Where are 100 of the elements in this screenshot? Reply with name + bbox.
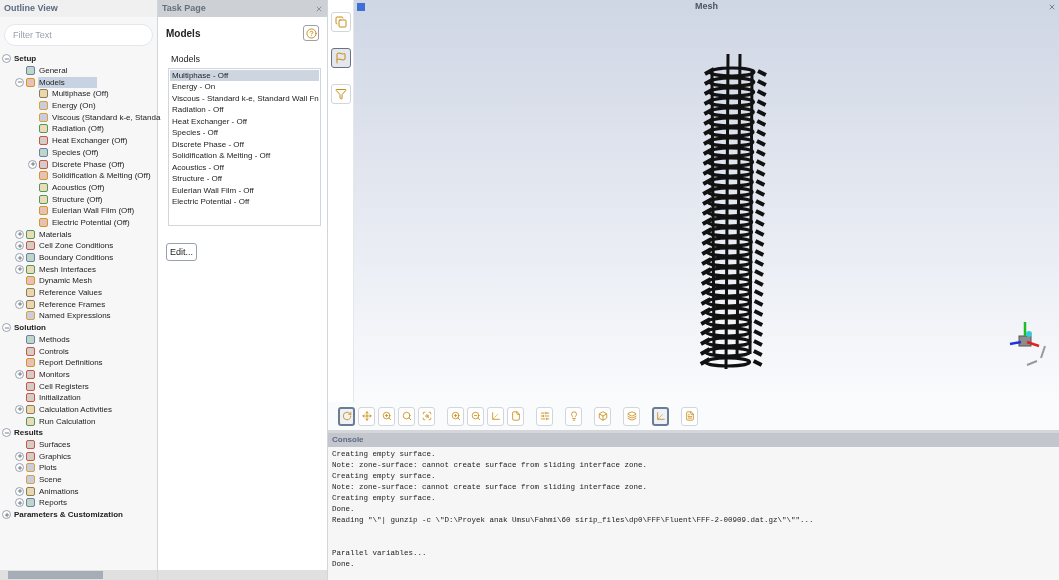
- expand-toggle[interactable]: [15, 241, 24, 251]
- tree-item[interactable]: Reference Values: [38, 287, 103, 299]
- plus-icon: [16, 231, 23, 238]
- collapse-toggle[interactable]: [2, 428, 11, 438]
- tree-item[interactable]: Scene: [38, 474, 63, 486]
- list-item[interactable]: Structure - Off: [170, 173, 319, 185]
- tree-item[interactable]: Radiation (Off): [51, 123, 105, 135]
- plus-icon: [16, 464, 23, 471]
- tree-item[interactable]: Setup: [13, 53, 38, 65]
- expand-toggle[interactable]: [15, 498, 24, 508]
- tree-item[interactable]: Multiphase (Off): [51, 88, 110, 100]
- expand-toggle[interactable]: [15, 264, 24, 274]
- tree-item[interactable]: Surfaces: [38, 439, 72, 451]
- zoom-out-icon: [470, 411, 481, 421]
- tree-item[interactable]: Discrete Phase (Off): [51, 158, 126, 170]
- list-item[interactable]: Energy - On: [170, 81, 319, 93]
- tree-item[interactable]: Reports: [38, 497, 68, 509]
- expand-toggle[interactable]: [15, 299, 24, 309]
- slider-icon: [539, 411, 550, 421]
- collapse-toggle[interactable]: [15, 77, 24, 87]
- zoom-in-icon: [450, 411, 461, 421]
- expand-toggle[interactable]: [28, 159, 37, 169]
- toolbar-button[interactable]: [338, 406, 355, 426]
- tree-item[interactable]: Cell Zone Conditions: [38, 240, 115, 252]
- list-item[interactable]: Radiation - Off: [170, 104, 319, 116]
- tree-item[interactable]: Plots: [38, 462, 58, 474]
- tree-item[interactable]: Results: [13, 427, 44, 439]
- tree-item[interactable]: Report Definitions: [38, 357, 104, 369]
- group-label: Models: [170, 53, 201, 66]
- plus-icon: [16, 254, 23, 261]
- list-item[interactable]: Solidification & Melting - Off: [170, 150, 319, 162]
- expand-toggle[interactable]: [15, 229, 24, 239]
- toolbar-button[interactable]: [330, 48, 351, 68]
- tree-item[interactable]: Monitors: [38, 368, 71, 380]
- list-item[interactable]: Discrete Phase - Off: [170, 138, 319, 150]
- collapse-toggle[interactable]: [2, 54, 11, 64]
- expand-toggle[interactable]: [15, 486, 24, 496]
- tree-item[interactable]: Animations: [38, 485, 80, 497]
- filter-field[interactable]: Filter Text: [4, 24, 153, 46]
- tree-item[interactable]: Calculation Activities: [38, 403, 113, 415]
- tree-item[interactable]: Electric Potential (Off): [51, 216, 131, 228]
- collapse-toggle[interactable]: [2, 323, 11, 333]
- tree-item[interactable]: Graphics: [38, 450, 72, 462]
- tree-item[interactable]: Species (Off): [51, 146, 100, 158]
- list-item[interactable]: Eulerian Wall Film - Off: [170, 184, 319, 196]
- viewport-title: Mesh: [695, 0, 718, 14]
- minus-icon: [16, 79, 23, 86]
- bulb-icon: [568, 411, 579, 421]
- tree-item[interactable]: Cell Registers: [38, 380, 90, 392]
- plus-icon: [16, 301, 23, 308]
- expand-toggle[interactable]: [2, 510, 11, 520]
- expand-toggle[interactable]: [15, 369, 24, 379]
- page-icon: [510, 411, 521, 421]
- tree-item[interactable]: General: [38, 65, 69, 77]
- tree-item[interactable]: Models: [38, 76, 97, 88]
- close-icon[interactable]: [1048, 3, 1056, 11]
- help-button[interactable]: [303, 25, 319, 41]
- tree-item[interactable]: Structure (Off): [51, 193, 104, 205]
- edit-button[interactable]: Edit...: [166, 243, 197, 262]
- horizontal-scrollbar[interactable]: [0, 570, 157, 580]
- tree-item[interactable]: Named Expressions: [38, 310, 112, 322]
- tree-item[interactable]: Boundary Conditions: [38, 252, 115, 264]
- tree-item[interactable]: Acoustics (Off): [51, 181, 106, 193]
- plus-icon: [16, 453, 23, 460]
- expand-toggle[interactable]: [15, 253, 24, 263]
- tree-item[interactable]: Solidification & Melting (Off): [51, 170, 152, 182]
- list-item[interactable]: Acoustics - Off: [170, 161, 319, 173]
- graphics-viewport[interactable]: Mesh: [354, 0, 1059, 402]
- list-item[interactable]: Heat Exchanger - Off: [170, 115, 319, 127]
- flag-icon: [334, 52, 347, 64]
- tree-item[interactable]: Reference Frames: [38, 298, 107, 310]
- tree-item[interactable]: Initialization: [38, 392, 82, 404]
- tree-item[interactable]: Energy (On): [51, 100, 97, 112]
- tree-item[interactable]: Methods: [38, 333, 71, 345]
- tree-item[interactable]: Mesh Interfaces: [38, 263, 97, 275]
- close-icon[interactable]: [315, 4, 323, 13]
- axes-icon: [490, 411, 501, 421]
- copy-icon: [334, 16, 347, 28]
- tree-item[interactable]: Controls: [38, 345, 70, 357]
- tree-item[interactable]: Heat Exchanger (Off): [51, 135, 129, 147]
- list-item[interactable]: Multiphase - Off: [170, 69, 319, 81]
- horizontal-scrollbar[interactable]: [158, 570, 327, 580]
- list-item[interactable]: Viscous - Standard k-e, Standard Wall Fn: [170, 92, 319, 104]
- expand-toggle[interactable]: [15, 463, 24, 473]
- tree-item[interactable]: Eulerian Wall Film (Off): [51, 205, 136, 217]
- tree-item[interactable]: Run Calculation: [38, 415, 97, 427]
- toolbar-button[interactable]: [652, 406, 669, 426]
- tree-item[interactable]: Dynamic Mesh: [38, 275, 93, 287]
- plus-icon: [16, 406, 23, 413]
- tree-item[interactable]: Materials: [38, 228, 73, 240]
- expand-toggle[interactable]: [15, 404, 24, 414]
- list-item[interactable]: Species - Off: [170, 127, 319, 139]
- expand-toggle[interactable]: [15, 451, 24, 461]
- plus-icon: [16, 499, 23, 506]
- tree-item[interactable]: Solution: [13, 322, 47, 334]
- tree-item[interactable]: Parameters & Customization: [13, 509, 124, 521]
- funnel-icon: [334, 88, 347, 100]
- search-icon: [401, 411, 412, 421]
- list-item[interactable]: Electric Potential - Off: [170, 196, 319, 208]
- tree-item[interactable]: Viscous (Standard k-e, Standa: [51, 111, 162, 123]
